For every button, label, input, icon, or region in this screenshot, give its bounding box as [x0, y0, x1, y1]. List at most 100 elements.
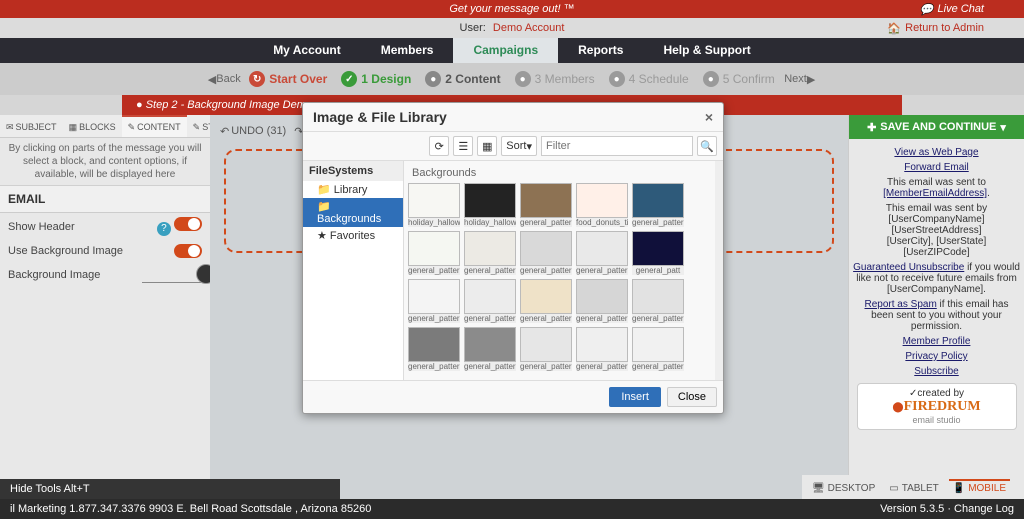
insert-button[interactable]: Insert [609, 387, 661, 407]
nav-campaigns[interactable]: Campaigns [453, 38, 558, 63]
subscribe-link[interactable]: Subscribe [914, 366, 958, 377]
thumbnail[interactable]: general_pattern [408, 231, 460, 275]
thumbnail[interactable]: general_pattern [408, 327, 460, 371]
modal-footer: Insert Close [303, 380, 723, 413]
device-mobile[interactable]: 📱 MOBILE [949, 479, 1010, 496]
thumbnail[interactable]: holiday_hallowe [464, 183, 516, 227]
thumbnail-caption: general_patt [632, 266, 684, 275]
thumbnail-caption: general_pattern [520, 218, 572, 227]
view-web-link[interactable]: View as Web Page [894, 147, 978, 158]
sort-dropdown[interactable]: Sort ▾ [501, 136, 537, 156]
thumbnail[interactable]: general_pattern [576, 279, 628, 323]
wizard-next[interactable]: Next ▶ [785, 67, 815, 91]
save-icon: ✚ [867, 121, 876, 134]
file-library-modal: Image & File Library × ⟳ ☰ ▦ Sort ▾ 🔍 Fi… [302, 102, 724, 414]
tab-blocks[interactable]: ▦ BLOCKS [63, 115, 122, 137]
nav-members[interactable]: Members [361, 38, 454, 63]
thumbnail[interactable]: general_pattern [408, 279, 460, 323]
filter-input[interactable] [541, 136, 693, 156]
step-content[interactable]: ●2 Content [421, 67, 504, 91]
thumbnail-caption: general_pattern [408, 362, 460, 371]
search-icon[interactable]: 🔍 [697, 136, 717, 156]
tab-subject[interactable]: ✉ SUBJECT [0, 115, 63, 137]
thumbnail-swatch [632, 183, 684, 218]
member-email-link[interactable]: [MemberEmailAddress] [883, 188, 987, 199]
thumbnail-caption: general_pattern [408, 314, 460, 323]
thumbnail-swatch [520, 327, 572, 362]
step-schedule: ●4 Schedule [605, 67, 693, 91]
thumbnail-swatch [520, 279, 572, 314]
nav-reports[interactable]: Reports [558, 38, 643, 63]
tree-favorites[interactable]: ★ Favorites [303, 227, 403, 244]
chevron-down-icon[interactable]: ▾ [1000, 121, 1006, 134]
forward-link[interactable]: Forward Email [904, 162, 968, 173]
step-design[interactable]: ✓1 Design [337, 67, 415, 91]
thumbnail-swatch [408, 279, 460, 314]
grid-view-icon[interactable]: ▦ [477, 136, 497, 156]
tool-tabs: ✉ SUBJECT ▦ BLOCKS ✎ CONTENT ✎ STYLE [0, 115, 210, 138]
live-chat-label: Live Chat [938, 3, 984, 15]
thumbnail[interactable]: food_donuts_tile [576, 183, 628, 227]
thumbnail[interactable]: general_pattern [520, 183, 572, 227]
spam-link[interactable]: Report as Spam [865, 299, 937, 310]
thumbnail[interactable]: general_pattern [576, 231, 628, 275]
scrollbar[interactable] [715, 161, 723, 380]
undo-button[interactable]: ↶ UNDO (31) [220, 125, 286, 138]
status-bar: il Marketing 1.877.347.3376 9903 E. Bell… [0, 499, 1024, 519]
thumbnail[interactable]: general_pattern [520, 279, 572, 323]
nav-my-account[interactable]: My Account [253, 38, 361, 63]
thumbnail-swatch [576, 231, 628, 266]
thumb-section-title: Backgrounds [408, 165, 711, 183]
toggle-show-header[interactable] [174, 217, 202, 231]
nav-help[interactable]: Help & Support [643, 38, 770, 63]
modal-close-x[interactable]: × [705, 109, 713, 125]
email-preview: View as Web Page Forward Email This emai… [849, 139, 1024, 503]
member-profile-link[interactable]: Member Profile [903, 336, 971, 347]
step-start-over[interactable]: ↻Start Over [245, 67, 331, 91]
section-email: EMAIL [0, 186, 210, 213]
list-view-icon[interactable]: ☰ [453, 136, 473, 156]
thumbnail[interactable]: general_pattern [464, 327, 516, 371]
return-label: Return to Admin [905, 22, 984, 34]
thumbnail[interactable]: general_pattern [464, 279, 516, 323]
thumbnail-swatch [576, 183, 628, 218]
thumbnail-caption: general_pattern [520, 362, 572, 371]
info-icon[interactable]: ? [157, 222, 171, 236]
hide-tools-bar[interactable]: Hide Tools Alt+T [0, 479, 340, 499]
thumbnail[interactable]: holiday_hallowe [408, 183, 460, 227]
status-left: il Marketing 1.877.347.3376 9903 E. Bell… [10, 503, 371, 515]
bg-image-slot[interactable] [142, 266, 202, 283]
wizard-back[interactable]: ◀ Back [209, 67, 239, 91]
chat-icon: 💬 [920, 3, 934, 16]
live-chat-link[interactable]: 💬 Live Chat [920, 3, 984, 16]
tab-content[interactable]: ✎ CONTENT [122, 115, 187, 137]
thumbnail[interactable]: general_pattern [632, 279, 684, 323]
thumbnail[interactable]: general_pattern [576, 327, 628, 371]
thumbnail-caption: holiday_hallowe [464, 218, 516, 227]
return-to-admin[interactable]: 🏠 Return to Admin [887, 22, 984, 35]
file-tree: FileSystems 📁 Library 📁 Backgrounds ★ Fa… [303, 161, 404, 380]
demo-account-link[interactable]: Demo Account [493, 22, 565, 34]
tree-header: FileSystems [303, 161, 403, 181]
save-and-continue[interactable]: ✚ SAVE AND CONTINUE ▾ [849, 115, 1024, 139]
thumbnail[interactable]: general_pattern [632, 183, 684, 227]
device-tablet[interactable]: ▭ TABLET [885, 479, 943, 496]
thumbnail[interactable]: general_pattern [520, 327, 572, 371]
device-desktop[interactable]: 🖥 DESKTOP [808, 479, 879, 496]
thumbnail[interactable]: general_pattern [464, 231, 516, 275]
privacy-link[interactable]: Privacy Policy [905, 351, 967, 362]
refresh-icon[interactable]: ⟳ [429, 136, 449, 156]
thumbnail[interactable]: general_patt [632, 231, 684, 275]
thumbnail[interactable]: general_pattern [632, 327, 684, 371]
unsubscribe-link[interactable]: Guaranteed Unsubscribe [853, 262, 964, 273]
thumbnail-swatch [464, 183, 516, 218]
wizard-steps: ◀ Back ↻Start Over ✓1 Design ●2 Content … [0, 63, 1024, 95]
row-show-header: Show Header ? [0, 213, 210, 240]
top-banner: Get your message out! ™ 💬 Live Chat [0, 0, 1024, 18]
toggle-use-bg[interactable] [174, 244, 202, 258]
right-panel: ✚ SAVE AND CONTINUE ▾ View as Web Page F… [848, 115, 1024, 503]
close-button[interactable]: Close [667, 387, 717, 407]
tree-backgrounds[interactable]: 📁 Backgrounds [303, 198, 403, 227]
thumbnail[interactable]: general_pattern [520, 231, 572, 275]
tree-library[interactable]: 📁 Library [303, 181, 403, 198]
